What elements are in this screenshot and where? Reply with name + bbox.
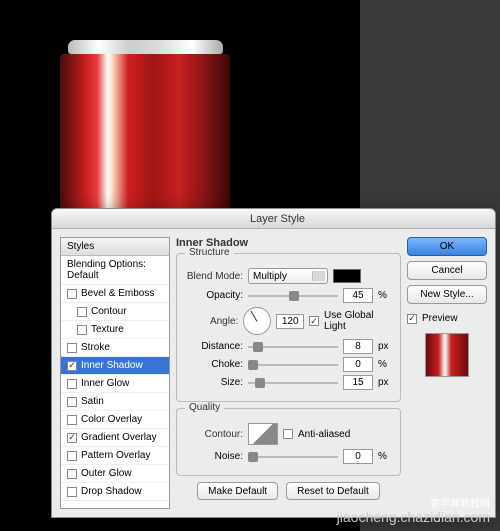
opacity-value[interactable]: 45 bbox=[343, 288, 373, 303]
quality-label: Quality bbox=[185, 402, 224, 413]
distance-slider[interactable] bbox=[248, 340, 338, 354]
opacity-label: Opacity: bbox=[185, 290, 243, 301]
make-default-button[interactable]: Make Default bbox=[197, 482, 278, 500]
watermark: 查字典教程网 jiaocheng.chazidian.com bbox=[337, 499, 490, 525]
blend-mode-label: Blend Mode: bbox=[185, 271, 243, 282]
size-value[interactable]: 15 bbox=[343, 375, 373, 390]
shadow-color-swatch[interactable] bbox=[333, 269, 361, 283]
preview-swatch bbox=[425, 333, 469, 377]
contour-label: Contour: bbox=[185, 429, 243, 440]
choke-label: Choke: bbox=[185, 359, 243, 370]
opacity-unit: % bbox=[378, 290, 392, 301]
angle-dial[interactable] bbox=[243, 307, 271, 335]
blend-mode-select[interactable]: Multiply bbox=[248, 268, 328, 284]
choke-value[interactable]: 0 bbox=[343, 357, 373, 372]
style-stroke[interactable]: Stroke bbox=[61, 339, 169, 357]
distance-value[interactable]: 8 bbox=[343, 339, 373, 354]
style-texture[interactable]: Texture bbox=[61, 321, 169, 339]
choke-unit: % bbox=[378, 359, 392, 370]
blending-options-row[interactable]: Blending Options: Default bbox=[61, 256, 169, 285]
style-contour[interactable]: Contour bbox=[61, 303, 169, 321]
style-color-overlay[interactable]: Color Overlay bbox=[61, 411, 169, 429]
preview-check[interactable] bbox=[407, 314, 417, 324]
style-bevel[interactable]: Bevel & Emboss bbox=[61, 285, 169, 303]
anti-aliased-label: Anti-aliased bbox=[298, 429, 350, 440]
reset-default-button[interactable]: Reset to Default bbox=[286, 482, 380, 500]
choke-slider[interactable] bbox=[248, 358, 338, 372]
preview-label: Preview bbox=[422, 313, 458, 324]
size-label: Size: bbox=[185, 377, 243, 388]
global-light-check[interactable] bbox=[309, 316, 319, 326]
style-gradient-overlay[interactable]: Gradient Overlay bbox=[61, 429, 169, 447]
style-drop-shadow[interactable]: Drop Shadow bbox=[61, 483, 169, 501]
structure-label: Structure bbox=[185, 247, 234, 258]
anti-aliased-check[interactable] bbox=[283, 429, 293, 439]
opacity-slider[interactable] bbox=[248, 289, 338, 303]
style-satin[interactable]: Satin bbox=[61, 393, 169, 411]
dialog-titlebar[interactable]: Layer Style bbox=[52, 209, 495, 229]
size-unit: px bbox=[378, 377, 392, 388]
global-light-label: Use Global Light bbox=[324, 310, 392, 332]
angle-value[interactable]: 120 bbox=[276, 314, 304, 329]
layer-style-dialog: Layer Style Styles Blending Options: Def… bbox=[51, 208, 496, 518]
noise-slider[interactable] bbox=[248, 450, 338, 464]
style-outer-glow[interactable]: Outer Glow bbox=[61, 465, 169, 483]
style-pattern-overlay[interactable]: Pattern Overlay bbox=[61, 447, 169, 465]
angle-label: Angle: bbox=[185, 316, 238, 327]
ok-button[interactable]: OK bbox=[407, 237, 487, 256]
dialog-title: Layer Style bbox=[250, 213, 305, 225]
new-style-button[interactable]: New Style... bbox=[407, 285, 487, 304]
styles-header[interactable]: Styles bbox=[61, 238, 169, 256]
contour-picker[interactable] bbox=[248, 423, 278, 445]
style-inner-glow[interactable]: Inner Glow bbox=[61, 375, 169, 393]
size-slider[interactable] bbox=[248, 376, 338, 390]
distance-unit: px bbox=[378, 341, 392, 352]
cancel-button[interactable]: Cancel bbox=[407, 261, 487, 280]
distance-label: Distance: bbox=[185, 341, 243, 352]
style-inner-shadow[interactable]: Inner Shadow bbox=[61, 357, 169, 375]
noise-value[interactable]: 0 bbox=[343, 449, 373, 464]
noise-unit: % bbox=[378, 451, 392, 462]
noise-label: Noise: bbox=[185, 451, 243, 462]
